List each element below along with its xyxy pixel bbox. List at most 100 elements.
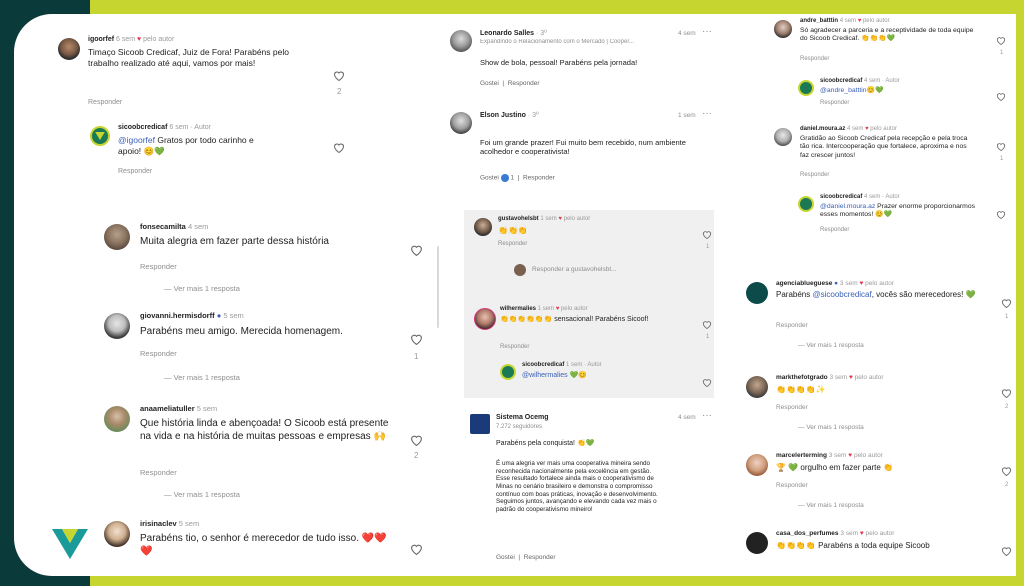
view-more-replies[interactable]: — Ver mais 1 resposta [164, 284, 240, 293]
timestamp: 3 sem [840, 530, 859, 537]
reply-action[interactable]: Responder [508, 80, 540, 87]
like-heart-icon[interactable] [996, 92, 1006, 101]
liked-by-author-label: pelo autor [560, 306, 588, 312]
username[interactable]: wilhermalies [500, 306, 536, 312]
view-more-replies[interactable]: — Ver mais 1 resposta [798, 342, 864, 349]
username[interactable]: sicoobcredicaf [820, 194, 862, 200]
username[interactable]: giovanni.hermisdorff [140, 311, 215, 320]
like-count: 2 [1005, 482, 1009, 488]
mention-link[interactable]: @daniel.moura.az [820, 203, 875, 210]
reply-input[interactable]: Responder a gustavohelsbt... [532, 266, 617, 273]
username[interactable]: igoorfef [88, 36, 114, 43]
reply-link[interactable]: Responder [88, 99, 122, 106]
liked-by-author-label: pelo autor [865, 530, 895, 537]
reply-link[interactable]: Responder [776, 322, 808, 329]
like-action[interactable]: Gostei [480, 175, 499, 182]
like-heart-icon[interactable] [410, 434, 423, 446]
comment-text: 👏👏👏👏👏👏 sensacional! Parabéns Sicoof! [500, 316, 649, 323]
liked-by-author-heart-icon: ♥ [558, 216, 562, 222]
like-heart-icon[interactable] [410, 333, 423, 345]
mention-link[interactable]: @andre_batttin [820, 87, 867, 94]
reply-link[interactable]: Responder [118, 168, 152, 175]
username[interactable]: fonsecamilta [140, 222, 186, 231]
like-heart-icon[interactable] [333, 70, 345, 81]
username[interactable]: sicoobcredicaf [118, 124, 167, 131]
like-action[interactable]: Gostei [496, 554, 515, 561]
sicoob-avatar [90, 126, 110, 146]
comment-text: @andre_batttin😊💚 [820, 87, 884, 94]
liked-by-author-heart-icon: ♥ [859, 530, 864, 537]
liked-by-author-heart-icon: ♥ [859, 280, 864, 287]
verified-badge-icon: ● [216, 311, 222, 320]
reply-link[interactable]: Responder [140, 349, 177, 358]
like-heart-icon[interactable] [1001, 546, 1012, 556]
like-heart-icon[interactable] [702, 378, 712, 387]
like-heart-icon[interactable] [996, 36, 1006, 45]
reply-action[interactable]: Responder [524, 554, 556, 561]
liked-by-author-heart-icon: ♥ [857, 18, 862, 24]
like-heart-icon[interactable] [1001, 388, 1012, 398]
timestamp: 4 sem [678, 30, 696, 37]
like-heart-icon[interactable] [996, 210, 1006, 219]
like-action[interactable]: Gostei [480, 80, 499, 87]
username[interactable]: markthefotgrado [776, 374, 828, 381]
reply-link[interactable]: Responder [776, 404, 808, 411]
username[interactable]: marcelerterming [776, 452, 827, 459]
comment-text: Gratidão ao Sicoob Credicaf pela recepçã… [800, 135, 968, 159]
username[interactable]: agenciablueguese [776, 280, 832, 287]
avatar [104, 224, 130, 250]
username[interactable]: sicoobcredicaf [522, 362, 564, 368]
username[interactable]: gustavohelsbt [498, 216, 539, 222]
reply-link[interactable]: Responder [500, 344, 529, 350]
mention-link[interactable]: @wilhermalies [522, 372, 568, 379]
like-heart-icon[interactable] [333, 142, 345, 153]
username[interactable]: andre_batttin [800, 18, 838, 24]
timestamp: 5 sem [223, 311, 244, 320]
more-options-icon[interactable]: ··· [702, 410, 712, 421]
username[interactable]: daniel.moura.az [800, 126, 845, 132]
username[interactable]: anaameliatuller [140, 404, 195, 413]
username[interactable]: irisinaclev [140, 519, 177, 528]
timestamp: 3 sem [829, 374, 848, 381]
reply-link[interactable]: Responder [800, 56, 829, 62]
like-count: 2 [414, 451, 419, 460]
view-more-replies[interactable]: — Ver mais 1 resposta [164, 490, 240, 499]
like-heart-icon[interactable] [1001, 466, 1012, 476]
username[interactable]: Elson Justino [480, 112, 526, 119]
reply-link[interactable]: Responder [140, 468, 177, 477]
username[interactable]: Leonardo Salles [480, 30, 534, 37]
username[interactable]: sicoobcredicaf [820, 78, 862, 84]
like-heart-icon[interactable] [410, 244, 423, 256]
username[interactable]: Sistema Ocemg [496, 414, 549, 421]
like-heart-icon[interactable] [410, 543, 423, 555]
mention-link[interactable]: @igoorfef [118, 135, 155, 145]
reaction-badge-icon [500, 174, 509, 182]
like-count: 1 [1005, 314, 1009, 320]
username[interactable]: casa_dos_perfumes [776, 530, 839, 537]
like-heart-icon[interactable] [996, 142, 1006, 151]
avatar [474, 308, 496, 330]
more-options-icon[interactable]: ··· [702, 26, 712, 37]
like-heart-icon[interactable] [702, 320, 712, 329]
reply-link[interactable]: Responder [820, 100, 849, 106]
view-more-replies[interactable]: — Ver mais 1 resposta [164, 373, 240, 382]
comment-text-line1: Parabéns pela conquista! 👏💚 [496, 440, 595, 447]
comment-text: 👏👏👏👏✨ [776, 385, 826, 394]
like-heart-icon[interactable] [702, 230, 712, 239]
reply-link[interactable]: Responder [498, 241, 527, 247]
sicoob-avatar [798, 80, 814, 96]
view-more-replies[interactable]: — Ver mais 1 resposta [798, 502, 864, 509]
like-heart-icon[interactable] [1001, 298, 1012, 308]
reply-action[interactable]: Responder [523, 175, 555, 182]
avatar [746, 376, 768, 398]
reply-link[interactable]: Responder [140, 262, 177, 271]
view-more-replies[interactable]: — Ver mais 1 resposta [798, 424, 864, 431]
more-options-icon[interactable]: ··· [702, 108, 712, 119]
mention-link[interactable]: @sicoobcredicaf [812, 290, 871, 299]
reply-link[interactable]: Responder [800, 172, 829, 178]
liked-by-author-label: pelo autor [853, 452, 883, 459]
reply-link[interactable]: Responder [820, 227, 849, 233]
timestamp: 6 sem · Autor [169, 124, 212, 131]
scrollbar[interactable] [437, 246, 439, 328]
reply-link[interactable]: Responder [776, 482, 808, 489]
